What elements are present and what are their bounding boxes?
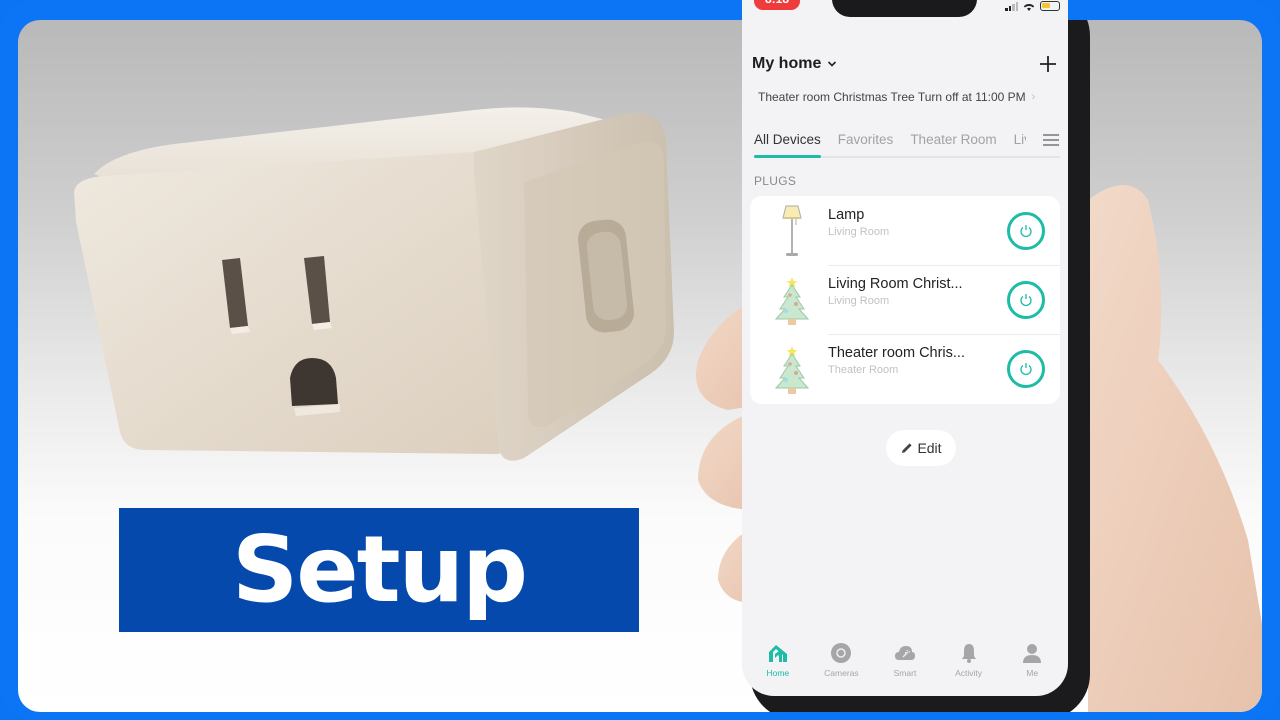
floor-lamp-icon (782, 205, 802, 256)
plus-icon[interactable] (1038, 54, 1058, 74)
status-time: 8:18 (754, 0, 800, 10)
setup-title: Setup (232, 516, 528, 623)
edit-label: Edit (917, 440, 942, 456)
bottom-nav: Home Cameras Smart Activity Me (742, 634, 1068, 696)
chevron-down-icon[interactable] (827, 59, 837, 69)
person-icon (1023, 644, 1042, 663)
device-name: Living Room Christ... (828, 276, 963, 292)
device-row-living-room-christmas[interactable]: Living Room Christ... Living Room (750, 265, 1060, 334)
nav-label: Me (1026, 668, 1039, 678)
pencil-icon (902, 443, 913, 453)
thumbnail-canvas: Setup (18, 20, 1262, 712)
power-toggle-button[interactable] (1007, 350, 1045, 388)
device-room: Theater Room (828, 364, 899, 376)
nav-smart[interactable]: Smart (875, 634, 935, 696)
schedule-text: Theater room Christmas Tree Turn off at … (758, 90, 1026, 104)
phone-screen: 8:18 My home Theater room Christmas Tree… (742, 0, 1068, 696)
tab-favorites[interactable]: Favorites (838, 128, 894, 156)
tab-living-room[interactable]: Living Room (1014, 128, 1026, 156)
setup-banner: Setup (119, 508, 639, 632)
device-row-lamp[interactable]: Lamp Living Room (750, 196, 1060, 265)
christmas-tree-icon (774, 277, 810, 325)
nav-label: Cameras (824, 668, 859, 678)
nav-cameras[interactable]: Cameras (811, 634, 871, 696)
device-room: Living Room (828, 226, 890, 238)
nav-label: Activity (955, 668, 983, 678)
home-selector[interactable]: My home (752, 55, 821, 73)
home-header: My home (752, 52, 1058, 76)
wifi-icon (1023, 3, 1035, 11)
room-tabs: All Devices Favorites Theater Room Livin… (754, 128, 1060, 158)
tab-theater-room[interactable]: Theater Room (910, 128, 996, 156)
power-icon (1020, 363, 1032, 376)
device-list: Lamp Living Room Living Room Christ... L… (750, 196, 1060, 404)
tab-all-devices[interactable]: All Devices (754, 128, 821, 158)
device-name: Theater room Chris... (828, 345, 965, 361)
power-toggle-button[interactable] (1007, 281, 1045, 319)
menu-icon[interactable] (1042, 132, 1060, 148)
row-divider (828, 265, 1060, 266)
edit-button[interactable]: Edit (886, 430, 956, 466)
row-divider (828, 334, 1060, 335)
device-room: Living Room (828, 295, 890, 307)
power-icon (1020, 225, 1032, 238)
power-toggle-button[interactable] (1007, 212, 1045, 250)
phone-notch (832, 0, 977, 17)
smart-cloud-icon (894, 646, 915, 660)
device-name: Lamp (828, 207, 865, 223)
nav-label: Smart (893, 668, 917, 678)
chevron-right-icon: › (1031, 91, 1036, 103)
christmas-tree-icon (774, 346, 810, 394)
section-label-plugs: PLUGS (754, 174, 797, 188)
smart-plug-image (74, 107, 674, 461)
nav-home[interactable]: Home (748, 634, 808, 696)
nav-label: Home (766, 668, 790, 678)
power-icon (1020, 294, 1032, 307)
battery-icon (1040, 1, 1060, 11)
device-row-theater-room-christmas[interactable]: Theater room Chris... Theater Room (750, 334, 1060, 403)
cellular-signal-icon (1005, 1, 1018, 11)
camera-icon (831, 643, 852, 663)
status-icons (1005, 0, 1060, 12)
bell-icon (961, 644, 976, 663)
schedule-banner[interactable]: Theater room Christmas Tree Turn off at … (758, 90, 1058, 104)
thumbnail-frame: Setup (0, 0, 1280, 720)
nav-me[interactable]: Me (1002, 634, 1062, 696)
nav-activity[interactable]: Activity (939, 634, 999, 696)
home-icon (768, 645, 787, 662)
